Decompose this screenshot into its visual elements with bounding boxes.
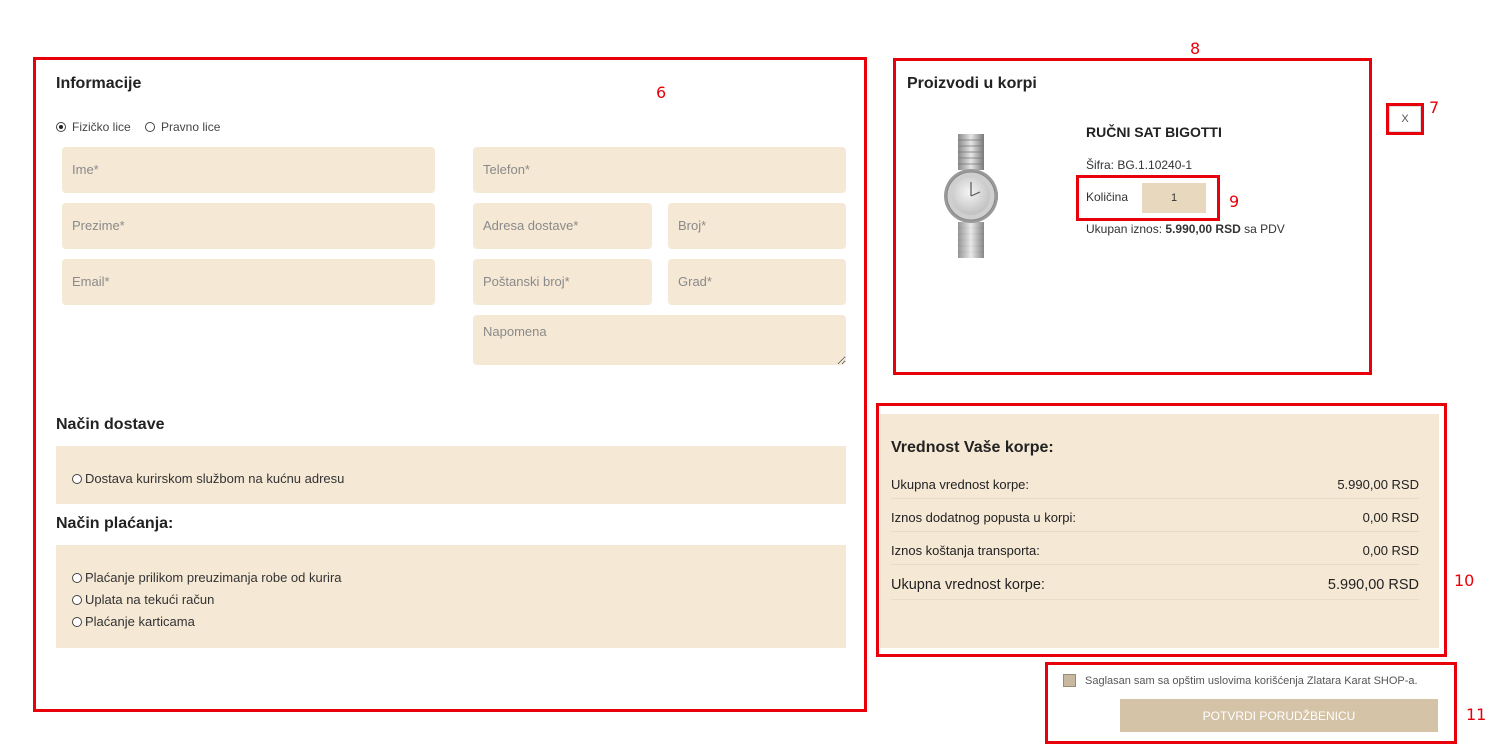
email-input[interactable] bbox=[62, 259, 435, 305]
annotation-label-10: 10 bbox=[1454, 571, 1475, 590]
delivery-option-label: Dostava kurirskom službom na kućnu adres… bbox=[85, 471, 345, 486]
radio-company[interactable]: Pravno lice bbox=[145, 120, 220, 134]
radio-icon bbox=[72, 572, 82, 583]
payment-option-bank[interactable]: Uplata na tekući račun bbox=[72, 592, 214, 607]
summary-row-value: 5.990,00 RSD bbox=[1327, 577, 1419, 593]
product-total-suffix: sa PDV bbox=[1240, 222, 1285, 236]
summary-row-label: Iznos dodatnog popusta u korpi: bbox=[891, 510, 1077, 525]
postal-code-input[interactable] bbox=[473, 259, 652, 305]
payment-option-cod[interactable]: Plaćanje prilikom preuzimanja robe od ku… bbox=[72, 570, 342, 585]
summary-row-value: 5.990,00 RSD bbox=[1337, 477, 1419, 492]
summary-row-total: Ukupna vrednost korpe: 5.990,00 RSD bbox=[891, 577, 1419, 600]
radio-icon bbox=[72, 616, 82, 627]
summary-row-shipping: Iznos koštanja transporta: 0,00 RSD bbox=[891, 543, 1419, 565]
annotation-label-6: 6 bbox=[656, 83, 667, 102]
radio-icon bbox=[72, 473, 82, 484]
summary-title: Vrednost Vaše korpe: bbox=[891, 439, 1054, 456]
annotation-label-9: 9 bbox=[1229, 192, 1240, 211]
confirm-order-button[interactable]: POTVRDI PORUDŽBENICU bbox=[1120, 699, 1438, 732]
delivery-option-courier[interactable]: Dostava kurirskom službom na kućnu adres… bbox=[72, 471, 344, 486]
summary-row-label: Iznos koštanja transporta: bbox=[891, 543, 1040, 558]
payment-option-card[interactable]: Plaćanje karticama bbox=[72, 614, 195, 629]
summary-row-label: Ukupna vrednost korpe: bbox=[891, 577, 1045, 593]
summary-row-discount: Iznos dodatnog popusta u korpi: 0,00 RSD bbox=[891, 510, 1419, 532]
summary-row-value: 0,00 RSD bbox=[1362, 543, 1419, 558]
product-total: Ukupan iznos: 5.990,00 RSD sa PDV bbox=[1086, 222, 1285, 236]
radio-individual-label: Fizičko lice bbox=[72, 120, 131, 134]
number-input[interactable] bbox=[668, 203, 846, 249]
city-input[interactable] bbox=[668, 259, 846, 305]
product-name[interactable]: RUČNI SAT BIGOTTI bbox=[1086, 124, 1222, 140]
radio-icon bbox=[72, 594, 82, 605]
annotation-label-11: 11 bbox=[1466, 705, 1487, 724]
payment-option-label: Uplata na tekući račun bbox=[85, 592, 215, 607]
terms-label: Saglasan sam sa opštim uslovima korišćen… bbox=[1085, 675, 1418, 687]
last-name-input[interactable] bbox=[62, 203, 435, 249]
payment-title: Način plaćanja: bbox=[56, 515, 174, 532]
radio-individual[interactable]: Fizičko lice bbox=[56, 120, 131, 134]
delivery-title: Način dostave bbox=[56, 416, 165, 433]
payment-option-label: Plaćanje karticama bbox=[85, 614, 195, 629]
address-input[interactable] bbox=[473, 203, 652, 249]
cart-title: Proizvodi u korpi bbox=[907, 75, 1037, 92]
phone-input[interactable] bbox=[473, 147, 846, 193]
product-image[interactable] bbox=[944, 132, 998, 260]
payment-option-label: Plaćanje prilikom preuzimanja robe od ku… bbox=[85, 570, 342, 585]
product-total-prefix: Ukupan iznos: bbox=[1086, 222, 1166, 236]
radio-icon-checked bbox=[56, 122, 66, 132]
info-title: Informacije bbox=[56, 75, 142, 92]
product-total-value: 5.990,00 RSD bbox=[1165, 222, 1241, 236]
annotation-label-8: 8 bbox=[1190, 39, 1201, 58]
radio-company-label: Pravno lice bbox=[161, 120, 221, 134]
quantity-input[interactable] bbox=[1142, 183, 1206, 213]
watch-icon bbox=[944, 134, 998, 258]
summary-row-value: 0,00 RSD bbox=[1362, 510, 1419, 525]
annotation-label-7: 7 bbox=[1429, 98, 1440, 117]
note-textarea[interactable] bbox=[473, 315, 846, 365]
summary-row-subtotal: Ukupna vrednost korpe: 5.990,00 RSD bbox=[891, 477, 1419, 499]
summary-row-label: Ukupna vrednost korpe: bbox=[891, 477, 1030, 492]
terms-checkbox[interactable] bbox=[1063, 674, 1076, 687]
radio-icon bbox=[145, 122, 155, 132]
remove-product-button[interactable]: X bbox=[1389, 106, 1421, 132]
quantity-label: Količina bbox=[1086, 190, 1129, 204]
first-name-input[interactable] bbox=[62, 147, 435, 193]
product-code: Šifra: BG.1.10240-1 bbox=[1086, 158, 1193, 172]
